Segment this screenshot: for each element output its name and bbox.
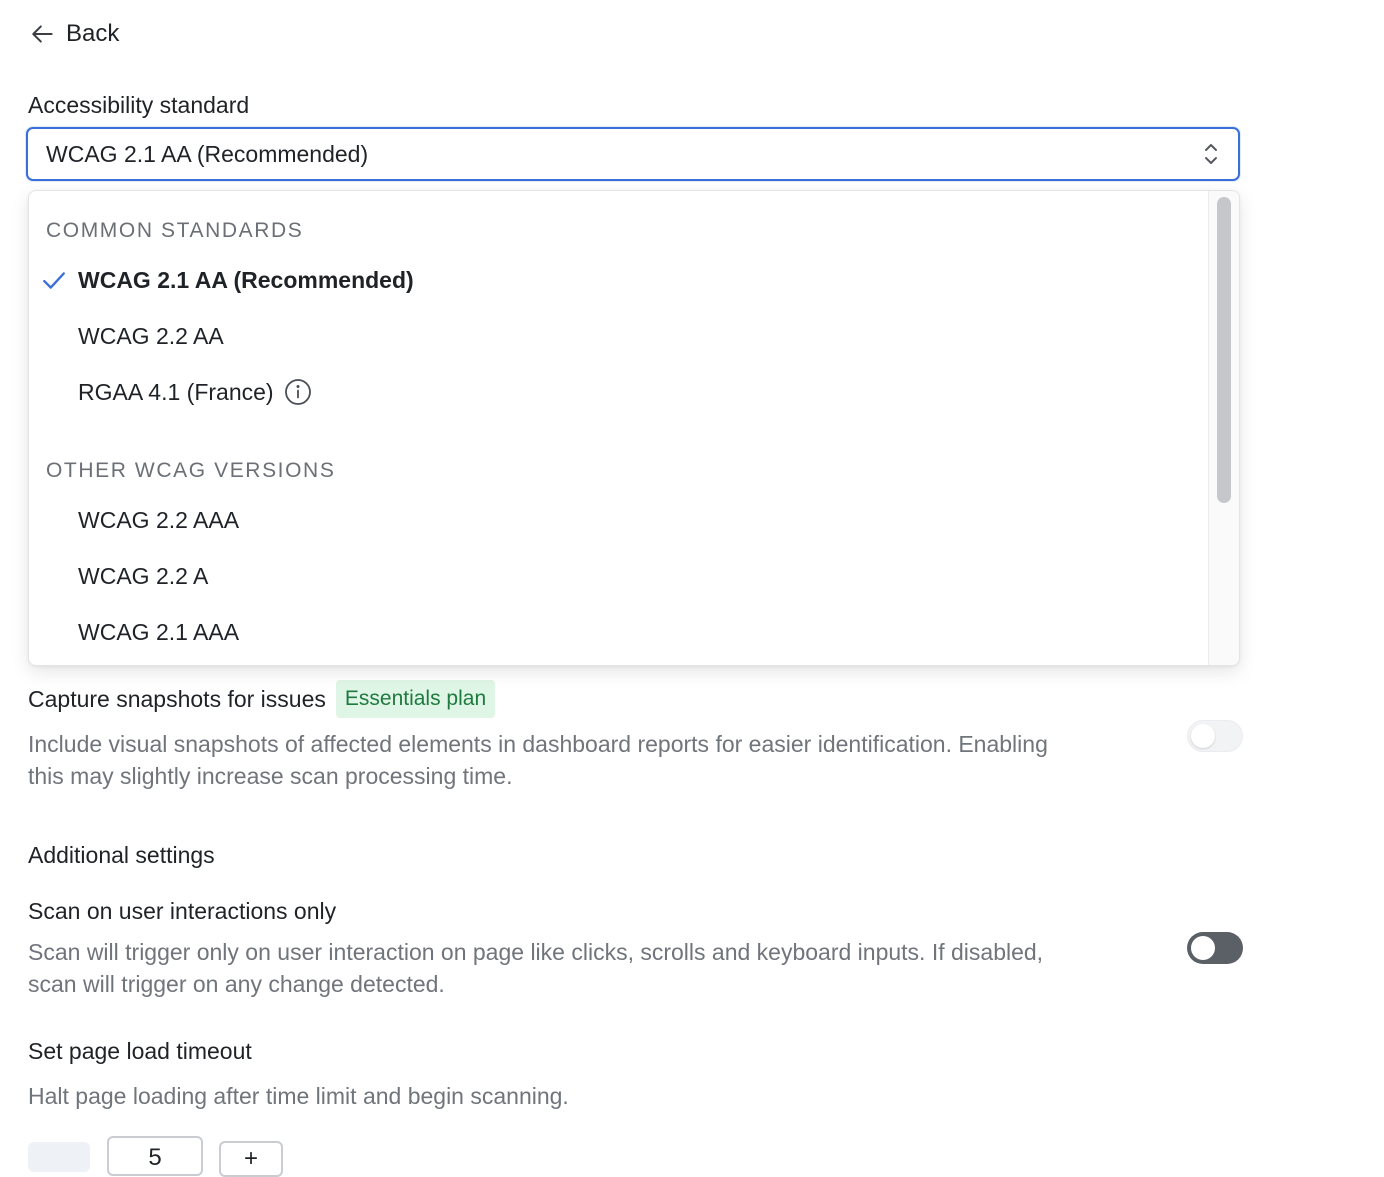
chevron-up-down-icon	[1205, 144, 1217, 164]
snapshots-description: Include visual snapshots of affected ele…	[28, 728, 1178, 792]
plan-badge: Essentials plan	[335, 680, 496, 718]
increment-label: +	[243, 1145, 258, 1172]
decrement-button[interactable]	[28, 1142, 90, 1172]
interactions-description-line2: scan will trigger on any change detected…	[28, 971, 445, 997]
option-rgaa-41[interactable]: RGAA 4.1 (France)	[29, 366, 1209, 418]
scrollbar-thumb[interactable]	[1217, 197, 1231, 503]
accessibility-standard-label: Accessibility standard	[28, 92, 250, 118]
toggle-knob	[1191, 936, 1215, 960]
option-wcag-22-a[interactable]: WCAG 2.2 A	[29, 550, 1209, 602]
check-icon	[43, 272, 65, 289]
option-label: WCAG 2.1 AA (Recommended)	[78, 266, 414, 293]
option-label: RGAA 4.1 (France)	[78, 378, 274, 405]
option-label: WCAG 2.2 AAA	[78, 506, 240, 533]
toggle-knob	[1191, 724, 1215, 748]
accessibility-standard-select[interactable]: WCAG 2.1 AA (Recommended)	[26, 127, 1240, 181]
timeout-title: Set page load timeout	[28, 1038, 252, 1064]
option-wcag-21-aa[interactable]: WCAG 2.1 AA (Recommended)	[29, 254, 1209, 306]
back-link[interactable]: Back	[30, 16, 119, 52]
group-label-other: OTHER WCAG VERSIONS	[46, 459, 336, 482]
timeout-value: 5	[148, 1144, 162, 1171]
info-icon[interactable]	[284, 378, 312, 406]
interactions-description-line1: Scan will trigger only on user interacti…	[28, 939, 1044, 965]
option-wcag-22-aaa[interactable]: WCAG 2.2 AAA	[29, 494, 1209, 546]
interactions-description: Scan will trigger only on user interacti…	[28, 936, 1178, 1000]
option-label: WCAG 2.2 AA	[78, 322, 224, 349]
standard-dropdown-menu: COMMON STANDARDS WCAG 2.1 AA (Recommende…	[28, 190, 1240, 666]
option-wcag-22-aa[interactable]: WCAG 2.2 AA	[29, 310, 1209, 362]
timeout-value-input[interactable]: 5	[107, 1136, 203, 1176]
select-value: WCAG 2.1 AA (Recommended)	[46, 140, 369, 167]
back-label: Back	[66, 20, 120, 47]
snapshots-title-row: Capture snapshots for issues Essentials …	[28, 680, 496, 718]
timeout-description: Halt page loading after time limit and b…	[28, 1083, 569, 1109]
interactions-toggle[interactable]	[1187, 932, 1243, 964]
snapshots-title: Capture snapshots for issues	[28, 685, 326, 712]
option-label: WCAG 2.1 AAA	[78, 618, 240, 645]
option-label: WCAG 2.2 A	[78, 562, 209, 589]
option-label-wrap: RGAA 4.1 (France)	[78, 378, 312, 406]
group-label-common: COMMON STANDARDS	[46, 219, 304, 242]
arrow-left-icon	[32, 25, 53, 43]
additional-settings-heading: Additional settings	[28, 842, 215, 868]
dropdown-scrollbar[interactable]	[1208, 191, 1239, 665]
snapshots-toggle[interactable]	[1187, 720, 1243, 752]
increment-button[interactable]: +	[219, 1141, 283, 1177]
option-wcag-21-aaa[interactable]: WCAG 2.1 AAA	[29, 606, 1209, 658]
interactions-title: Scan on user interactions only	[28, 898, 337, 924]
snapshots-description-line2: this may slightly increase scan processi…	[28, 763, 513, 789]
snapshots-description-line1: Include visual snapshots of affected ele…	[28, 731, 1048, 757]
